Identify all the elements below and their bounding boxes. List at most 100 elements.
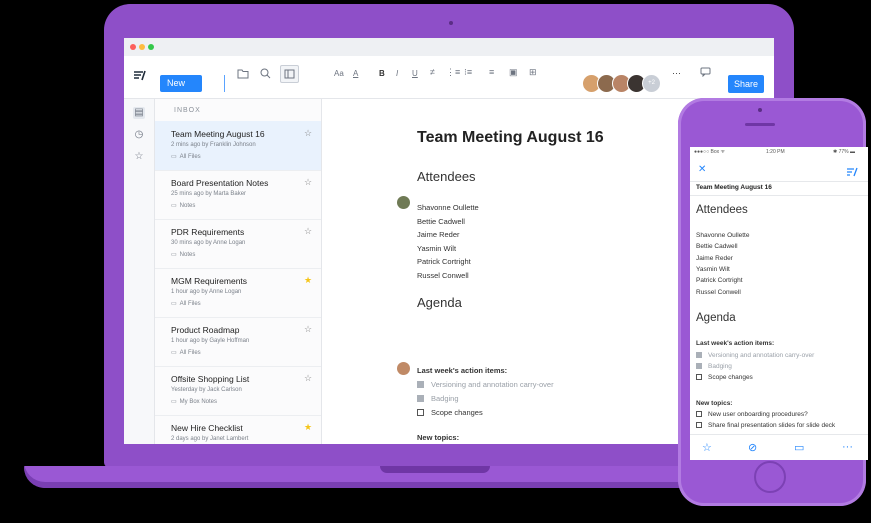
more-options-button[interactable]: ··· bbox=[672, 68, 681, 78]
edit-icon[interactable] bbox=[846, 164, 858, 182]
share-button[interactable]: Share bbox=[728, 75, 764, 93]
search-icon[interactable] bbox=[260, 68, 271, 82]
phone-agenda-heading: Agenda bbox=[696, 312, 736, 324]
phone-status-bar: ●●●○○ Box ᯤ 1:20 PM ✱ 77% ▬ bbox=[690, 147, 868, 157]
battery-status: ✱ 77% ▬ bbox=[833, 149, 855, 155]
checkbox[interactable] bbox=[417, 395, 424, 402]
note-title: Product Roadmap bbox=[171, 325, 240, 335]
checklist-text: Versioning and annotation carry-over bbox=[708, 352, 815, 359]
status-time: 1:20 PM bbox=[766, 149, 785, 155]
checklist-item[interactable]: Scope changes bbox=[696, 374, 753, 381]
checkbox[interactable] bbox=[696, 422, 702, 428]
folder-label: All Files bbox=[179, 301, 201, 307]
note-folder: ▭ All Files bbox=[171, 349, 201, 356]
folder-icon: ▭ bbox=[171, 252, 177, 258]
star-icon[interactable]: ☆ bbox=[702, 441, 712, 454]
phone-camera bbox=[758, 108, 762, 112]
star-icon[interactable]: ★ bbox=[304, 422, 312, 433]
note-title: Board Presentation Notes bbox=[171, 178, 269, 188]
attendees-heading: Attendees bbox=[417, 169, 476, 184]
starred-icon[interactable]: ☆ bbox=[133, 151, 145, 163]
app-window: Aa A B I U ≠ ⋮≡ ⁝≡ ≡ ▣ ⊞ ··· New ▾ +2 Sh… bbox=[124, 38, 774, 444]
list-item[interactable]: New Hire Checklist 2 days ago by Janet La… bbox=[155, 415, 321, 444]
checklist-item[interactable]: Versioning and annotation carry-over bbox=[417, 380, 554, 389]
attendee-name: Yasmin Wilt bbox=[417, 243, 457, 253]
note-title: PDR Requirements bbox=[171, 227, 245, 237]
star-icon[interactable]: ★ bbox=[304, 275, 312, 286]
close-window-button[interactable] bbox=[130, 44, 136, 50]
attendee-name: Jaime Reder bbox=[696, 254, 733, 262]
close-icon[interactable]: ✕ bbox=[698, 164, 706, 175]
chevron-down-icon[interactable]: ▾ bbox=[224, 75, 239, 92]
note-title: Team Meeting August 16 bbox=[171, 129, 265, 139]
comment-icon[interactable]: ▭ bbox=[794, 441, 804, 454]
font-size-button[interactable]: Aa bbox=[334, 69, 344, 78]
checkbox[interactable] bbox=[696, 363, 702, 369]
list-item[interactable]: MGM Requirements 1 hour ago by Anne Logan… bbox=[155, 268, 321, 318]
checklist-text: Badging bbox=[431, 394, 459, 403]
checklist-item[interactable]: Share final presentation slides for slid… bbox=[696, 422, 835, 429]
checklist-text: Badging bbox=[708, 363, 732, 370]
star-icon[interactable]: ☆ bbox=[304, 324, 312, 335]
checkbox[interactable] bbox=[696, 352, 702, 358]
inbox-icon[interactable]: ▤ bbox=[133, 107, 145, 119]
laptop-notch bbox=[380, 466, 490, 473]
checkbox[interactable] bbox=[696, 374, 702, 380]
checklist-item[interactable]: New user onboarding procedures? bbox=[696, 411, 808, 418]
inbox-heading: INBOX bbox=[174, 107, 201, 114]
numbered-list-icon[interactable]: ⋮≡ bbox=[446, 67, 460, 78]
italic-button[interactable]: I bbox=[396, 69, 398, 78]
list-item[interactable]: Product Roadmap 1 hour ago by Gayle Hoffm… bbox=[155, 317, 321, 367]
table-icon[interactable]: ⊞ bbox=[529, 67, 537, 78]
checkbox[interactable] bbox=[417, 381, 424, 388]
checklist-item[interactable]: Badging bbox=[417, 394, 459, 403]
nav-rail: ▤ ◷ ☆ bbox=[124, 99, 155, 444]
checkbox[interactable] bbox=[417, 409, 424, 416]
recent-clock-icon[interactable]: ◷ bbox=[133, 129, 145, 141]
star-icon[interactable]: ☆ bbox=[304, 128, 312, 139]
list-item[interactable]: Board Presentation Notes 25 mins ago by M… bbox=[155, 170, 321, 220]
note-folder: ▭ My Box Notes bbox=[171, 398, 217, 405]
toggle-sidebar-button[interactable] bbox=[280, 65, 299, 83]
strikethrough-icon[interactable]: ≠ bbox=[430, 67, 435, 77]
star-icon[interactable]: ☆ bbox=[304, 373, 312, 384]
align-icon[interactable]: ≡ bbox=[489, 67, 494, 77]
attendee-name: Bettie Cadwell bbox=[417, 216, 465, 226]
notes-logo-icon bbox=[133, 68, 147, 82]
link-icon[interactable]: ⊘ bbox=[748, 441, 757, 454]
attendee-name: Patrick Cortright bbox=[417, 257, 471, 266]
image-icon[interactable]: ▣ bbox=[509, 67, 518, 78]
signal-carrier: ●●●○○ Box ᯤ bbox=[694, 149, 726, 155]
checklist-item[interactable]: Badging bbox=[696, 363, 732, 370]
comments-icon[interactable] bbox=[700, 67, 711, 80]
collaborators-more-badge[interactable]: +2 bbox=[642, 74, 661, 93]
list-item[interactable]: Offsite Shopping List Yesterday by Jack C… bbox=[155, 366, 321, 416]
new-button[interactable]: New ▾ bbox=[160, 75, 234, 92]
checklist-text: Scope changes bbox=[708, 374, 753, 381]
bold-button[interactable]: B bbox=[379, 69, 385, 78]
list-item[interactable]: Team Meeting August 16 2 mins ago by Fran… bbox=[155, 121, 321, 171]
more-icon[interactable]: ··· bbox=[842, 441, 853, 453]
checkbox[interactable] bbox=[696, 411, 702, 417]
folder-label: Notes bbox=[179, 252, 196, 258]
list-item[interactable]: PDR Requirements 30 mins ago by Anne Loga… bbox=[155, 219, 321, 269]
toolbar: Aa A B I U ≠ ⋮≡ ⁝≡ ≡ ▣ ⊞ ··· bbox=[124, 56, 774, 99]
minimize-window-button[interactable] bbox=[139, 44, 145, 50]
underline-button[interactable]: U bbox=[412, 69, 418, 78]
folder-icon: ▭ bbox=[171, 301, 177, 307]
font-color-button[interactable]: A bbox=[353, 69, 358, 78]
note-folder: ▭ All Files bbox=[171, 153, 201, 160]
maximize-window-button[interactable] bbox=[148, 44, 154, 50]
star-icon[interactable]: ☆ bbox=[304, 177, 312, 188]
phone-last-week-label: Last week's action items: bbox=[696, 340, 775, 347]
attendee-name: Shavonne Oullette bbox=[696, 232, 750, 239]
star-icon[interactable]: ☆ bbox=[304, 226, 312, 237]
window-chrome bbox=[124, 38, 774, 56]
bullet-list-icon[interactable]: ⁝≡ bbox=[464, 67, 472, 78]
note-folder: ▭ Notes bbox=[171, 251, 195, 258]
checklist-text: Scope changes bbox=[431, 408, 483, 417]
checklist-item[interactable]: Versioning and annotation carry-over bbox=[696, 352, 814, 359]
new-button-label: New bbox=[167, 78, 186, 88]
phone-home-button[interactable] bbox=[754, 461, 786, 493]
checklist-item[interactable]: Scope changes bbox=[417, 408, 483, 417]
